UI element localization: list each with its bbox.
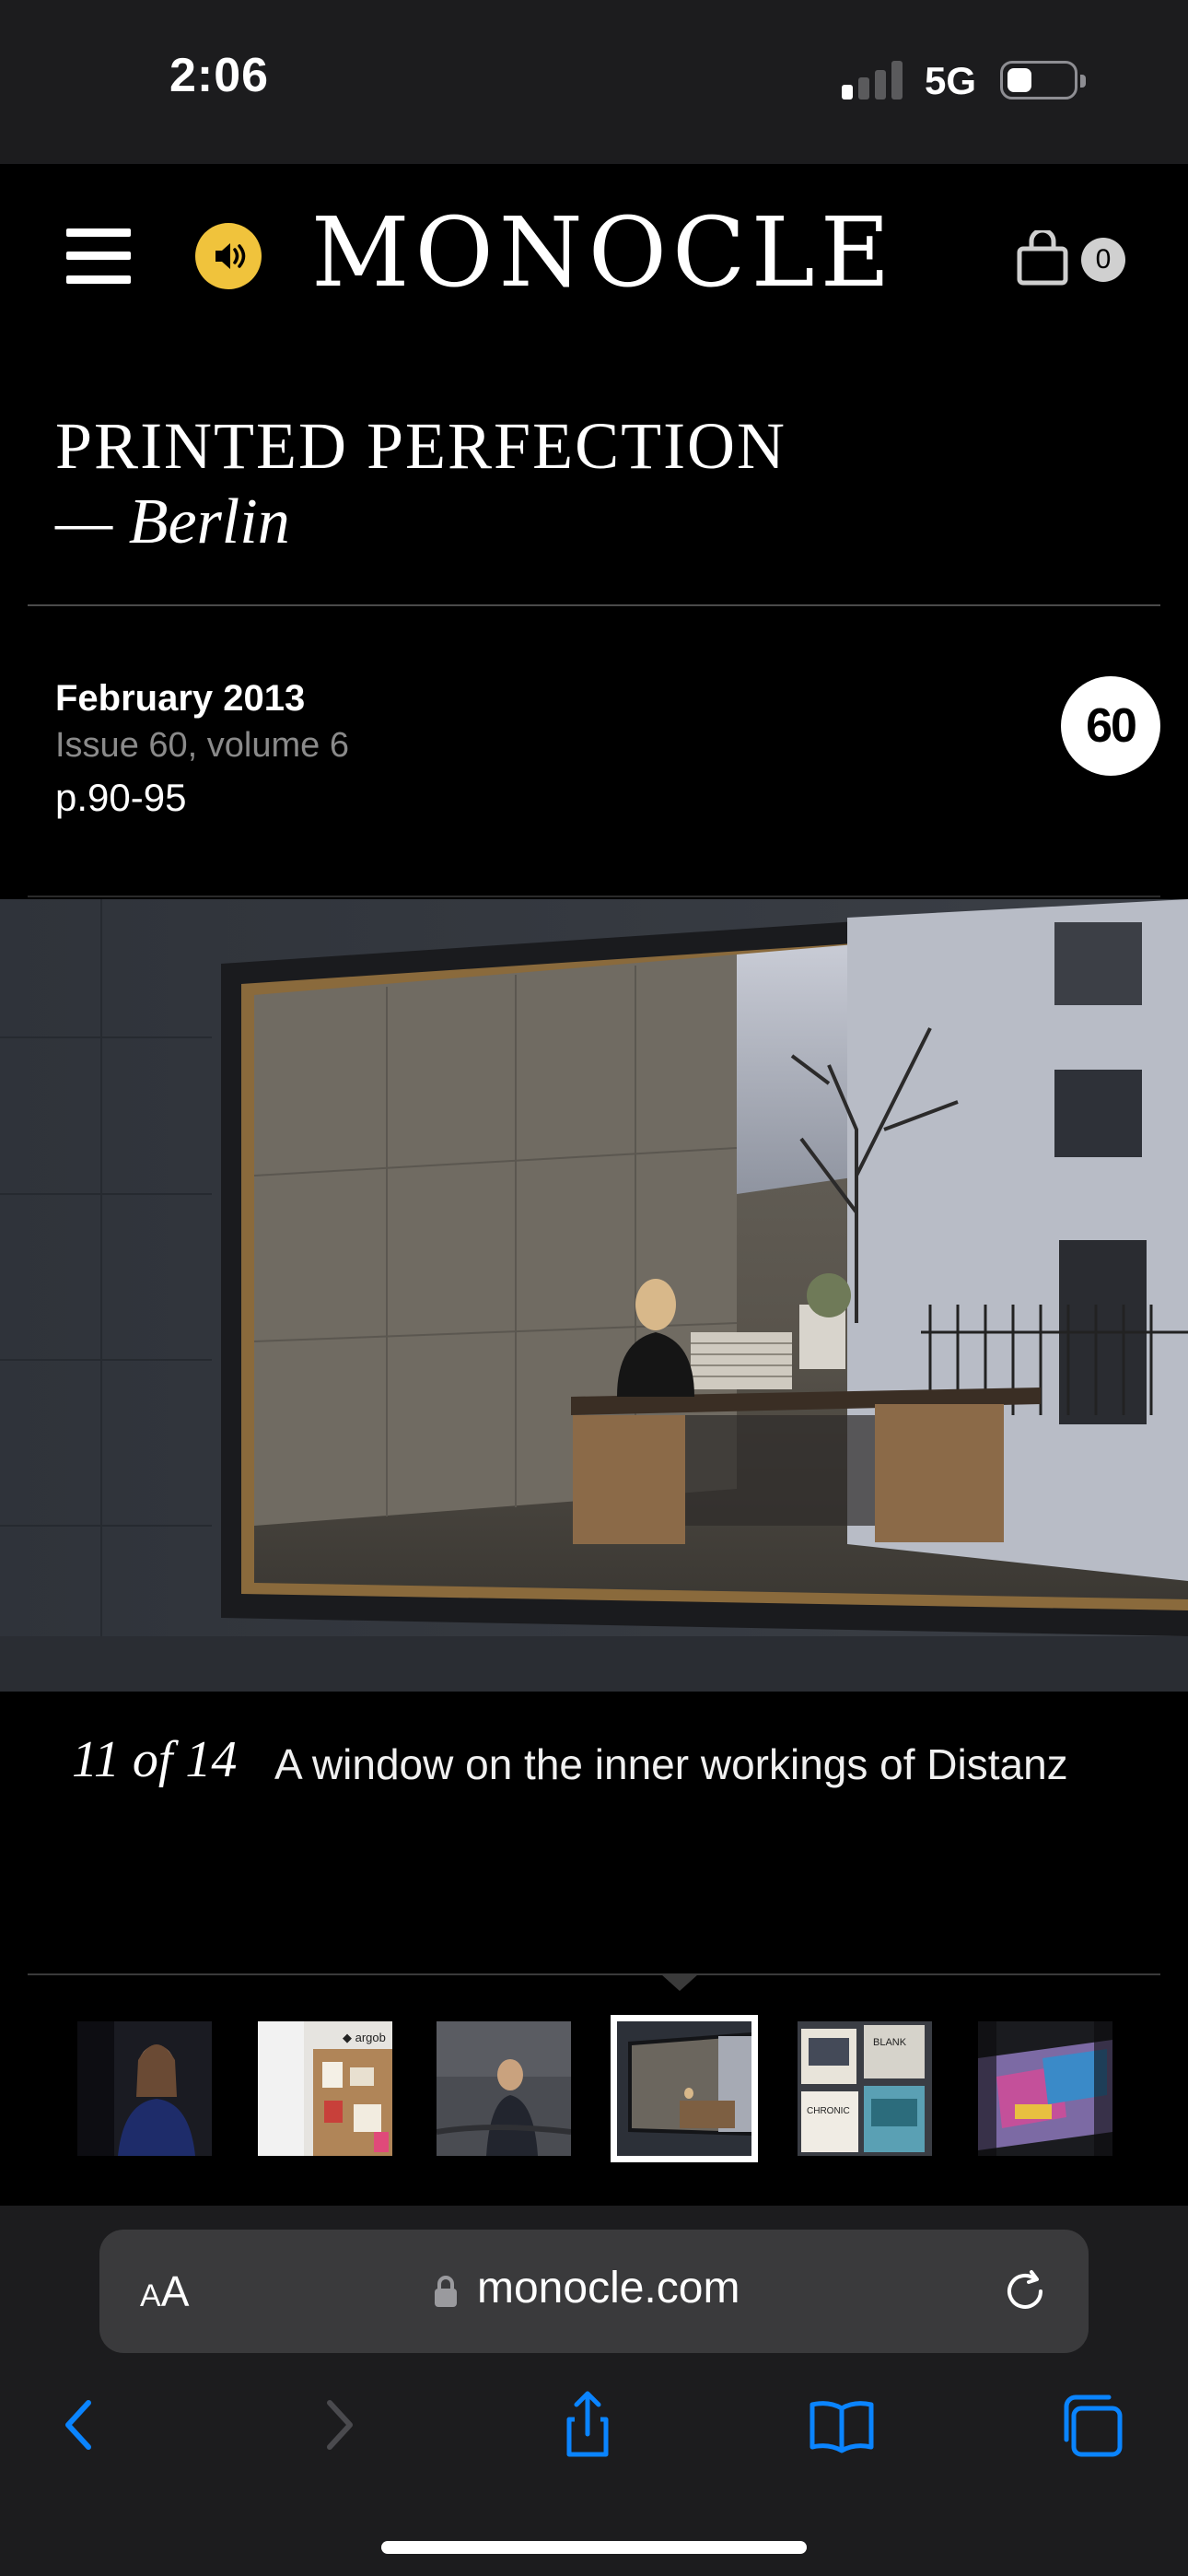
issue-pages: p.90-95 (55, 776, 187, 819)
thumb-portrait-woman[interactable] (77, 2021, 212, 2156)
issue-number-badge[interactable]: 60 (1061, 676, 1160, 776)
issue-date: February 2013 (55, 678, 306, 719)
divider (28, 604, 1160, 606)
site-logo[interactable]: MONOCLE (311, 205, 896, 300)
cart-count-badge[interactable]: 0 (1081, 238, 1125, 282)
cellular-signal-icon (842, 61, 906, 100)
svg-text:◆ argob: ◆ argob (343, 2031, 386, 2044)
svg-text:CHRONIC: CHRONIC (807, 2106, 850, 2116)
network-type: 5G (925, 59, 977, 102)
active-thumb-pointer (661, 1974, 698, 1991)
address-bar[interactable]: AA monocle.com (99, 2230, 1089, 2353)
lock-icon (435, 2276, 457, 2307)
svg-text:BLANK: BLANK (873, 2037, 907, 2048)
reader-text-size-button[interactable]: AA (140, 2266, 189, 2316)
status-time: 2:06 (169, 49, 270, 102)
radio-play-button[interactable] (195, 223, 262, 289)
article-location: — Berlin (55, 486, 290, 557)
home-indicator[interactable] (381, 2541, 807, 2554)
forward-icon[interactable] (300, 2388, 374, 2462)
share-icon[interactable] (551, 2388, 624, 2462)
issue-volume: Issue 60, volume 6 (55, 726, 349, 765)
url-text[interactable]: monocle.com (477, 2263, 740, 2313)
status-bar: 2:06 5G (0, 0, 1188, 164)
thumb-colorful-print[interactable] (978, 2021, 1112, 2156)
tabs-icon[interactable] (1057, 2388, 1131, 2462)
thumb-corkboard[interactable]: ◆ argob (258, 2021, 392, 2156)
thumb-woman-stairs[interactable] (437, 2021, 571, 2156)
shopping-bag-icon[interactable] (1017, 228, 1068, 286)
gallery-counter: 11 of 14 (72, 1731, 238, 1788)
bookmarks-icon[interactable] (805, 2388, 879, 2462)
gallery-main-photo[interactable] (0, 899, 1188, 1692)
thumb-book-covers[interactable]: BLANK CHRONIC (798, 2021, 932, 2156)
gallery-caption: A window on the inner workings of Distan… (274, 1740, 1068, 1788)
divider (28, 896, 1160, 897)
site-header: MONOCLE 0 (0, 164, 1188, 354)
menu-icon[interactable] (66, 228, 131, 284)
speaker-icon (215, 243, 246, 269)
thumb-office-window[interactable] (611, 2015, 758, 2162)
reload-icon[interactable] (998, 2265, 1052, 2318)
thumbnail-divider (28, 1973, 1160, 1975)
back-icon[interactable] (44, 2388, 118, 2462)
battery-icon (1000, 61, 1086, 100)
article-title: PRINTED PERFECTION (55, 409, 787, 483)
